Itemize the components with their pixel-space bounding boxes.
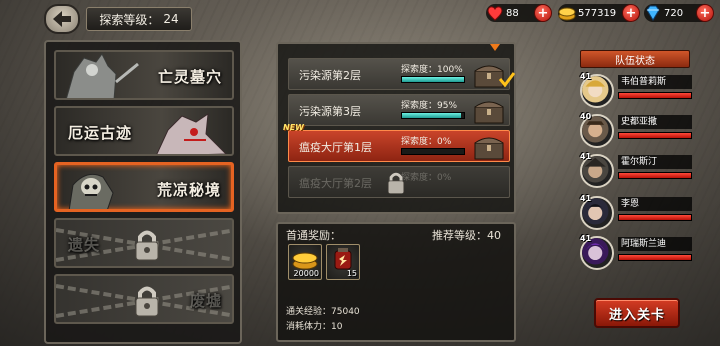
checkmark-icon [499, 72, 515, 87]
exploration-label: 探索度：100% [401, 65, 463, 75]
exploration-label: 探索度：0% [401, 137, 452, 147]
stage-name: 瘟疫大厅第1层 [299, 141, 372, 154]
hp-fill [619, 133, 691, 138]
hp-bar [618, 172, 692, 179]
zone-locked-5[interactable]: 废墟 [54, 274, 234, 324]
exploration-label: 探索度：95% [401, 101, 458, 111]
explore-level-label: 探索等级： [99, 12, 160, 27]
clear-exp-label: 通关经验： [286, 307, 332, 317]
team-member[interactable]: 41 韦伯普莉斯 [580, 72, 692, 110]
padlock-icon [387, 172, 405, 194]
exploration-bar [401, 76, 465, 83]
stamina-potion-icon [334, 248, 352, 270]
hp-bar [618, 132, 692, 139]
enter-stage-button[interactable]: 进入关卡 [594, 298, 680, 328]
new-badge: NEW [283, 123, 304, 132]
stage-name: 污染源第2层 [299, 69, 361, 82]
member-level: 40 [580, 112, 592, 121]
hearts-value: 88 [506, 7, 519, 19]
add-gems-button[interactable]: + [696, 4, 714, 22]
member-level: 41 [580, 194, 592, 203]
hearts-counter: 88 + [486, 4, 552, 22]
zone-label: 荒凉秘境 [156, 181, 221, 199]
zone-desolate-realm[interactable]: 荒凉秘境 [54, 162, 234, 212]
team-member[interactable]: 41 霍尔斯汀 [580, 152, 692, 190]
member-level: 41 [580, 234, 592, 243]
stage-name: 瘟疫大厅第2层 [299, 177, 372, 190]
hp-bar [618, 254, 692, 261]
padlock-icon [135, 286, 159, 317]
explore-level-value: 24 [163, 12, 179, 26]
zone-doom-ruins[interactable]: 厄运古迹 [54, 106, 234, 156]
stage-row-3[interactable]: NEW 瘟疫大厅第1层 探索度：0% [283, 123, 510, 162]
member-name: 韦伯普莉斯 [618, 75, 692, 89]
stamina-cost-value: 10 [331, 322, 343, 332]
exploration-fill [402, 113, 461, 118]
padlock-icon [135, 230, 159, 261]
gold-coins-icon [292, 252, 318, 270]
stage-list-panel: 污染源第2层 探索度：100% 污染源第3层 探索度：95% NEW 瘟疫大厅第… [276, 42, 516, 214]
hp-bar [618, 214, 692, 221]
hp-fill [619, 173, 691, 178]
clear-exp-value: 75040 [331, 307, 360, 317]
recommended-level-value: 40 [487, 229, 501, 242]
stage-row-4[interactable]: 瘟疫大厅第2层 探索度：0% [288, 166, 510, 198]
explore-level-panel: 探索等级： 24 [86, 7, 192, 31]
team-member[interactable]: 41 李恩 [580, 194, 692, 232]
reward-item-stamina[interactable]: 15 [326, 244, 360, 280]
zone-locked-4[interactable]: 遗失 [54, 218, 234, 268]
stage-row-2[interactable]: 污染源第3层 探索度：95% [288, 94, 510, 126]
gold-value: 577319 [578, 7, 617, 19]
member-name: 李恩 [618, 197, 692, 211]
zone-necropolis[interactable]: 亡灵墓穴 [54, 50, 234, 100]
hp-fill [619, 255, 691, 260]
blue-gem-icon [646, 5, 660, 21]
reward-count: 20000 [293, 269, 319, 278]
zone-label: 亡灵墓穴 [157, 68, 222, 86]
exploration-label: 探索度：0% [401, 173, 452, 183]
first-clear-reward-title: 首通奖励： [286, 229, 341, 242]
stage-name: 污染源第3层 [299, 105, 361, 118]
stamina-cost: 消耗体力：10 [286, 319, 342, 332]
gems-value: 720 [664, 7, 684, 19]
exploration-bar [401, 148, 465, 155]
gold-coins-icon [558, 7, 576, 21]
hp-fill [619, 215, 691, 220]
hp-bar [618, 92, 692, 99]
reward-count: 15 [346, 269, 357, 278]
treasure-chest-icon [474, 101, 504, 124]
zone-label: 遗失 [68, 236, 101, 254]
member-name: 史都亚撒 [618, 115, 692, 129]
hp-fill [619, 93, 691, 98]
treasure-chest-icon [474, 137, 504, 160]
clear-exp: 通关经验：75040 [286, 304, 360, 317]
stage-row-1[interactable]: 污染源第2层 探索度：100% [288, 58, 515, 90]
back-button[interactable] [44, 4, 80, 34]
add-gold-button[interactable]: + [622, 4, 640, 22]
team-member[interactable]: 40 史都亚撒 [580, 112, 692, 150]
zone-label: 厄运古迹 [68, 124, 133, 142]
zone-label: 废墟 [189, 292, 222, 310]
recommended-level: 推荐等级：40 [432, 227, 501, 243]
member-name: 霍尔斯汀 [618, 155, 692, 169]
gold-counter: 577319 + [558, 4, 640, 22]
team-member[interactable]: 41 阿瑞斯兰迪 [580, 234, 692, 272]
exploration-fill [402, 77, 464, 82]
gems-counter: 720 + [644, 4, 714, 22]
member-level: 41 [580, 72, 592, 81]
scroll-down-arrow-icon[interactable] [490, 44, 500, 51]
reward-item-gold[interactable]: 20000 [288, 244, 322, 280]
member-level: 41 [580, 152, 592, 161]
add-hearts-button[interactable]: + [534, 4, 552, 22]
heart-icon [487, 6, 503, 21]
member-name: 阿瑞斯兰迪 [618, 237, 692, 251]
back-arrow-icon [53, 11, 71, 27]
recommended-level-label: 推荐等级： [432, 229, 487, 242]
exploration-bar [401, 112, 465, 119]
zone-list-panel: 亡灵墓穴 厄运古迹 荒凉秘境 遗失 废墟 [44, 40, 242, 344]
team-status-title: 队伍状态 [580, 50, 690, 68]
stamina-cost-label: 消耗体力： [286, 322, 332, 332]
